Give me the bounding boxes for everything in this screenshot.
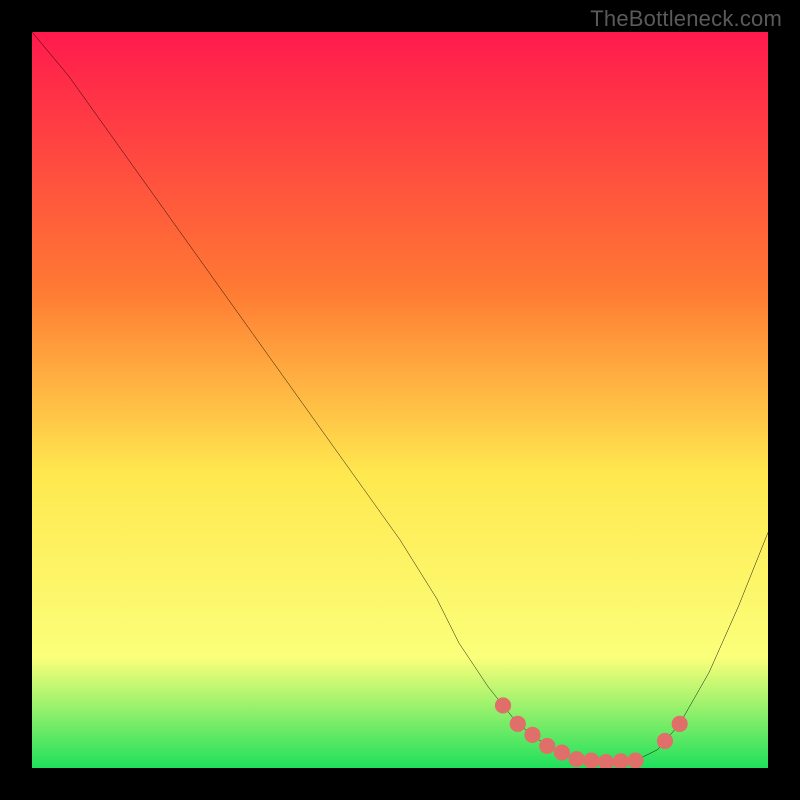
curve-marker xyxy=(554,744,570,760)
curve-marker xyxy=(583,753,599,768)
curve-marker xyxy=(672,716,688,732)
curve-marker xyxy=(524,727,540,743)
gradient-background xyxy=(32,32,768,768)
curve-marker xyxy=(510,716,526,732)
curve-marker xyxy=(657,733,673,749)
curve-marker xyxy=(539,738,555,754)
watermark-text: TheBottleneck.com xyxy=(590,6,782,32)
curve-marker xyxy=(569,751,585,767)
curve-marker xyxy=(627,753,643,768)
chart-plot-area xyxy=(32,32,768,768)
chart-svg xyxy=(32,32,768,768)
curve-marker xyxy=(495,697,511,713)
